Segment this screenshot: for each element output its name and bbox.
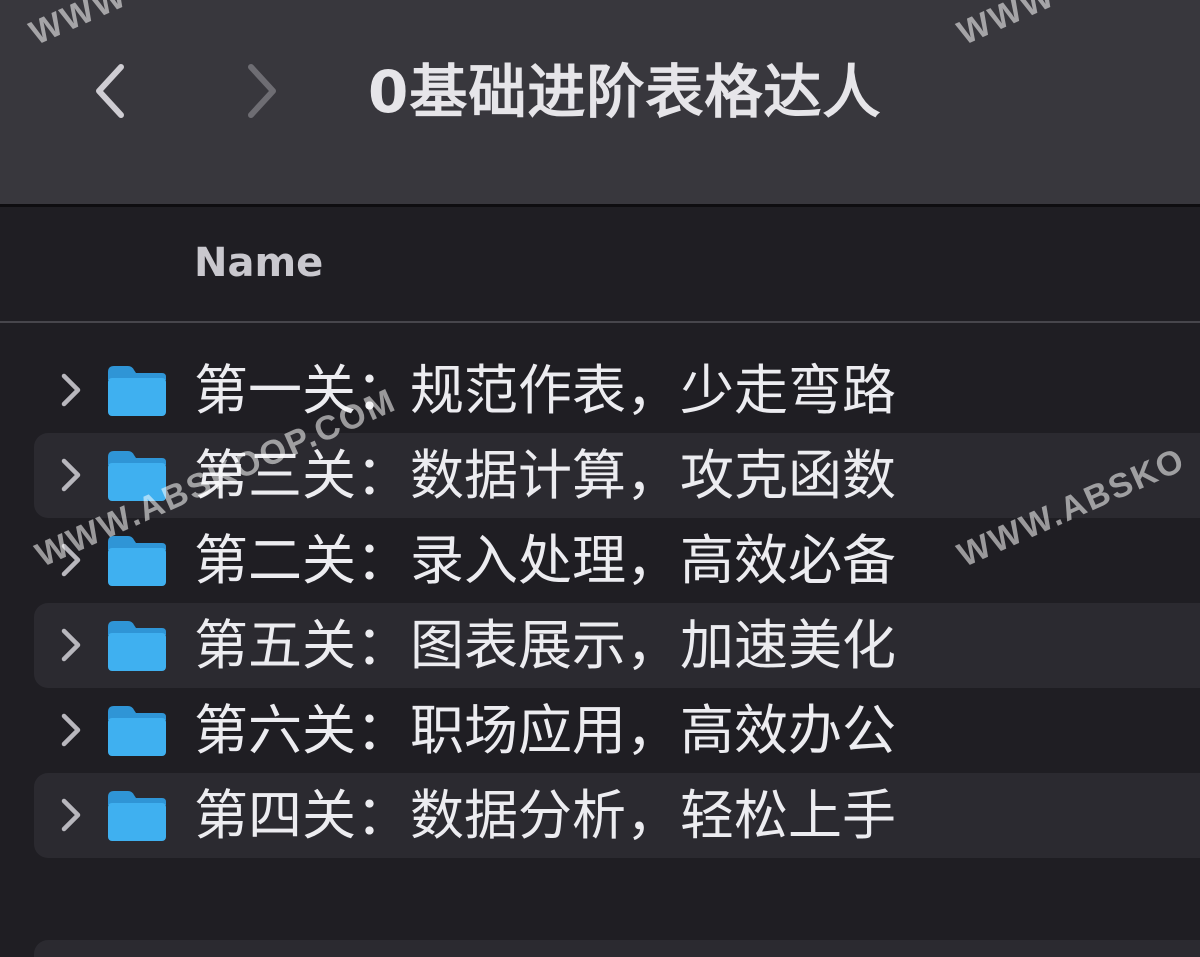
column-header: Name bbox=[0, 207, 1200, 323]
folder-icon bbox=[108, 706, 166, 756]
folder-name: 第一关：规范作表，少走弯路 bbox=[194, 359, 896, 422]
disclosure-chevron[interactable] bbox=[56, 710, 86, 750]
disclosure-chevron[interactable] bbox=[56, 455, 86, 495]
chevron-right-icon bbox=[61, 628, 81, 662]
folder-icon bbox=[108, 536, 166, 586]
folder-icon bbox=[108, 621, 166, 671]
list-item[interactable]: 第四关：数据分析，轻松上手 bbox=[34, 773, 1200, 858]
next-row-partial bbox=[34, 940, 1200, 957]
chevron-right-icon bbox=[61, 713, 81, 747]
list-item[interactable]: 第三关：数据计算，攻克函数 bbox=[34, 433, 1200, 518]
forward-button[interactable] bbox=[228, 56, 298, 126]
folder-name: 第二关：录入处理，高效必备 bbox=[194, 529, 896, 592]
disclosure-chevron[interactable] bbox=[56, 370, 86, 410]
disclosure-chevron[interactable] bbox=[56, 795, 86, 835]
back-button[interactable] bbox=[74, 56, 144, 126]
folder-name: 第四关：数据分析，轻松上手 bbox=[194, 784, 896, 847]
chevron-right-icon bbox=[248, 64, 276, 118]
folder-name: 第三关：数据计算，攻克函数 bbox=[194, 444, 896, 507]
chevron-right-icon bbox=[61, 543, 81, 577]
chevron-left-icon bbox=[96, 64, 124, 118]
folder-icon bbox=[108, 791, 166, 841]
list-item[interactable]: 第五关：图表展示，加速美化 bbox=[34, 603, 1200, 688]
folder-name: 第六关：职场应用，高效办公 bbox=[194, 699, 896, 762]
folder-icon bbox=[108, 451, 166, 501]
window-title: 0基础进阶表格达人 bbox=[368, 58, 882, 126]
disclosure-chevron[interactable] bbox=[56, 540, 86, 580]
disclosure-chevron[interactable] bbox=[56, 625, 86, 665]
chevron-right-icon bbox=[61, 798, 81, 832]
list-item[interactable]: 第二关：录入处理，高效必备 bbox=[34, 518, 1200, 603]
list-item[interactable]: 第一关：规范作表，少走弯路 bbox=[34, 348, 1200, 433]
folder-name: 第五关：图表展示，加速美化 bbox=[194, 614, 896, 677]
name-column-header[interactable]: Name bbox=[194, 237, 323, 289]
titlebar: 0基础进阶表格达人 bbox=[0, 0, 1200, 207]
chevron-right-icon bbox=[61, 458, 81, 492]
chevron-right-icon bbox=[61, 373, 81, 407]
file-list: 第一关：规范作表，少走弯路 第三关：数据计算，攻克函数 第二关：录入处理，高效必… bbox=[0, 348, 1200, 858]
folder-icon bbox=[108, 366, 166, 416]
finder-window: 0基础进阶表格达人 Name 第一关：规范作表，少走弯路 第三关：数据计算，攻克… bbox=[0, 0, 1200, 957]
list-item[interactable]: 第六关：职场应用，高效办公 bbox=[34, 688, 1200, 773]
